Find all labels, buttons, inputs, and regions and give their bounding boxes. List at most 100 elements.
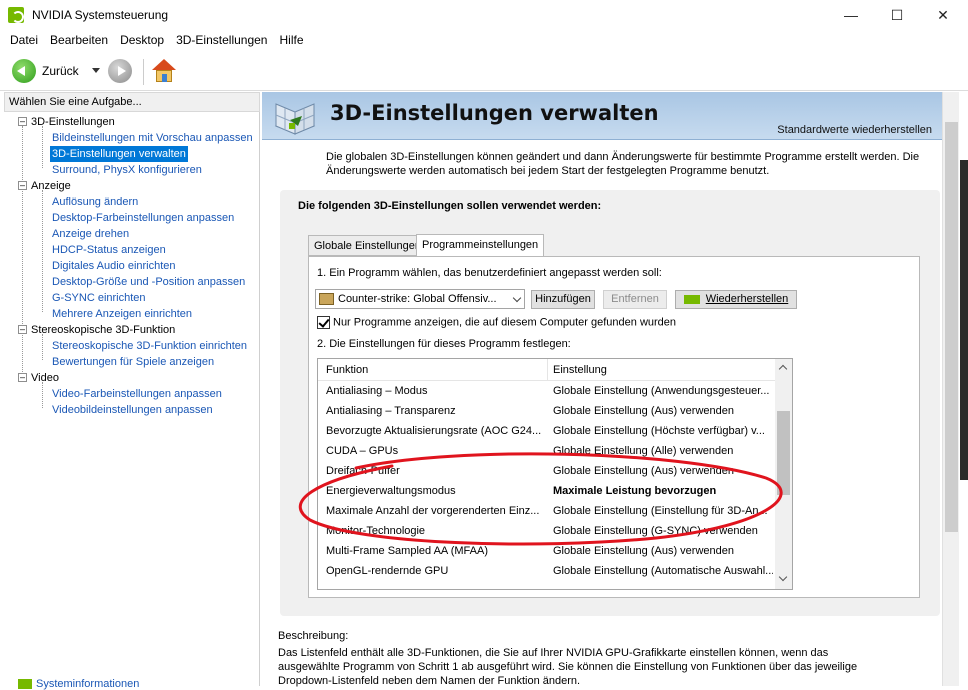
tree-item-surround-physx[interactable]: Surround, PhysX konfigurieren <box>52 162 202 178</box>
row-setting[interactable]: Globale Einstellung (Aus) verwenden <box>553 545 773 557</box>
table-row[interactable]: Energieverwaltungsmodus Maximale Leistung… <box>318 482 776 502</box>
row-setting[interactable]: Globale Einstellung (Automatische Auswah… <box>553 565 773 577</box>
tree-category-anzeige[interactable]: – Anzeige <box>18 178 71 194</box>
tree-item-videobild[interactable]: Videobildeinstellungen anpassen <box>52 402 213 418</box>
row-setting[interactable]: Globale Einstellung (Aus) verwenden <box>553 405 773 417</box>
table-row[interactable]: Bevorzugte Aktualisierungsrate (AOC G24.… <box>318 422 776 442</box>
program-settings-panel: 1. Ein Programm wählen, das benutzerdefi… <box>308 256 920 598</box>
step2-label: 2. Die Einstellungen für dieses Programm… <box>317 338 571 350</box>
close-icon: ✕ <box>937 6 949 23</box>
column-header-einstellung[interactable]: Einstellung <box>553 364 607 376</box>
toolbar: Zurück <box>0 53 968 91</box>
system-information-link[interactable]: Systeminformationen <box>18 678 139 690</box>
row-function: Multi-Frame Sampled AA (MFAA) <box>326 545 488 557</box>
page-title: 3D-Einstellungen verwalten <box>330 101 659 125</box>
tree-item-hdcp-status[interactable]: HDCP-Status anzeigen <box>52 242 166 258</box>
scroll-thumb[interactable] <box>777 411 790 495</box>
tree-item-mehrere-anzeigen[interactable]: Mehrere Anzeigen einrichten <box>52 306 192 322</box>
tree-item-gsync[interactable]: G-SYNC einrichten <box>52 290 146 306</box>
tree-item-bewertungen[interactable]: Bewertungen für Spiele anzeigen <box>52 354 214 370</box>
table-row[interactable]: Monitor-Technologie Globale Einstellung (… <box>318 522 776 542</box>
table-row[interactable]: Dreifach-Puffer Globale Einstellung (Aus)… <box>318 462 776 482</box>
row-function: Antialiasing – Modus <box>326 385 428 397</box>
background-window-edge <box>960 160 968 480</box>
scroll-up-icon[interactable] <box>778 364 788 374</box>
group-title: Die folgenden 3D-Einstellungen sollen ve… <box>298 200 602 212</box>
history-dropdown-icon[interactable] <box>92 68 100 73</box>
tree-item-desktop-farbe[interactable]: Desktop-Farbeinstellungen anpassen <box>52 210 234 226</box>
description-text: Das Listenfeld enthält alle 3D-Funktione… <box>278 647 858 687</box>
main-scrollbar[interactable] <box>942 92 959 686</box>
menu-desktop[interactable]: Desktop <box>114 31 170 51</box>
scroll-down-icon[interactable] <box>778 572 788 582</box>
checkbox-label: Nur Programme anzeigen, die auf diesem C… <box>333 316 677 329</box>
title-bar: NVIDIA Systemsteuerung — ☐ ✕ <box>0 0 968 30</box>
row-setting[interactable]: Globale Einstellung (Höchste verfügbar) … <box>553 425 773 437</box>
remove-program-button[interactable]: Entfernen <box>603 290 667 309</box>
add-program-button[interactable]: Hinzufügen <box>531 290 595 309</box>
column-header-funktion[interactable]: Funktion <box>326 364 368 376</box>
back-button[interactable]: Zurück <box>42 64 79 78</box>
tree-item-digitales-audio[interactable]: Digitales Audio einrichten <box>52 258 176 274</box>
main-scroll-thumb[interactable] <box>945 122 958 532</box>
restore-program-button[interactable]: Wiederherstellen <box>675 290 797 309</box>
restore-defaults-link[interactable]: Standardwerte wiederherstellen <box>777 124 932 136</box>
chevron-down-icon <box>512 293 522 303</box>
row-function: Bevorzugte Aktualisierungsrate (AOC G24.… <box>326 425 541 437</box>
program-select-value: Counter-strike: Global Offensiv... <box>338 293 497 305</box>
tree-item-anzeige-drehen[interactable]: Anzeige drehen <box>52 226 129 242</box>
table-row[interactable]: Multi-Frame Sampled AA (MFAA) Globale Ein… <box>318 542 776 562</box>
nvidia-restore-icon <box>683 294 700 304</box>
row-function: Antialiasing – Transparenz <box>326 405 456 417</box>
tree-item-video-farbe[interactable]: Video-Farbeinstellungen anpassen <box>52 386 222 402</box>
row-setting[interactable]: Globale Einstellung (Anwendungsgesteuer.… <box>553 385 773 397</box>
row-setting[interactable]: Globale Einstellung (Aus) verwenden <box>553 465 773 477</box>
tree-item-desktop-groesse[interactable]: Desktop-Größe und -Position anpassen <box>52 274 245 290</box>
row-setting[interactable]: Maximale Leistung bevorzugen <box>553 485 773 497</box>
tree-category-stereoskopisch[interactable]: – Stereoskopische 3D-Funktion <box>18 322 175 338</box>
tree-item-3d-einstellungen-verwalten[interactable]: 3D-Einstellungen verwalten <box>50 146 188 162</box>
tree-category-video[interactable]: – Video <box>18 370 59 386</box>
program-icon <box>319 293 334 305</box>
close-button[interactable]: ✕ <box>920 0 966 30</box>
maximize-icon: ☐ <box>890 6 904 23</box>
description-label: Beschreibung: <box>278 630 349 642</box>
collapse-icon[interactable]: – <box>18 116 27 126</box>
tree-item-stereo-einrichten[interactable]: Stereoskopische 3D-Funktion einrichten <box>52 338 247 354</box>
tab-program-settings[interactable]: Programmeinstellungen <box>416 234 545 257</box>
step1-label: 1. Ein Programm wählen, das benutzerdefi… <box>317 267 662 279</box>
row-setting[interactable]: Globale Einstellung (Einstellung für 3D-… <box>553 505 773 517</box>
collapse-icon[interactable]: – <box>18 324 27 334</box>
list-scrollbar[interactable] <box>775 359 792 589</box>
show-installed-programs-checkbox[interactable]: Nur Programme anzeigen, die auf diesem C… <box>317 316 676 329</box>
row-function: Monitor-Technologie <box>326 525 426 537</box>
home-icon[interactable] <box>151 58 177 84</box>
forward-arrow-icon[interactable] <box>108 59 132 83</box>
table-row[interactable]: Antialiasing – Transparenz Globale Einste… <box>318 402 776 422</box>
row-setting[interactable]: Globale Einstellung (G-SYNC) verwenden <box>553 525 773 537</box>
row-setting[interactable]: Globale Einstellung (Alle) verwenden <box>553 445 773 457</box>
table-row[interactable]: CUDA – GPUs Globale Einstellung (Alle) ve… <box>318 442 776 462</box>
minimize-icon: — <box>844 7 858 23</box>
menu-datei[interactable]: Datei <box>4 31 44 51</box>
table-row[interactable]: OpenGL-rendernde GPU Globale Einstellung … <box>318 562 776 582</box>
tree-item-bildeinstellungen[interactable]: Bildeinstellungen mit Vorschau anpassen <box>52 130 253 146</box>
minimize-button[interactable]: — <box>828 0 874 30</box>
row-function: CUDA – GPUs <box>326 445 399 457</box>
tab-global-settings[interactable]: Globale Einstellungen <box>308 235 428 256</box>
maximize-button[interactable]: ☐ <box>874 0 920 30</box>
back-arrow-icon[interactable] <box>12 59 36 83</box>
3d-settings-icon <box>274 103 316 135</box>
collapse-icon[interactable]: – <box>18 372 27 382</box>
menu-3d-einstellungen[interactable]: 3D-Einstellungen <box>170 31 273 51</box>
menu-hilfe[interactable]: Hilfe <box>273 31 309 51</box>
menu-bearbeiten[interactable]: Bearbeiten <box>44 31 114 51</box>
collapse-icon[interactable]: – <box>18 180 27 190</box>
tree-item-aufloesung[interactable]: Auflösung ändern <box>52 194 138 210</box>
table-row[interactable]: Antialiasing – Modus Globale Einstellung … <box>318 382 776 402</box>
settings-list[interactable]: Funktion Einstellung Antialiasing – Modu… <box>317 358 793 590</box>
checkbox-checked-icon[interactable] <box>317 316 330 329</box>
tree-category-3d-einstellungen[interactable]: –3D-Einstellungen <box>18 114 115 130</box>
program-select[interactable]: Counter-strike: Global Offensiv... <box>315 289 525 309</box>
table-row[interactable]: Maximale Anzahl der vorgerenderten Einz.… <box>318 502 776 522</box>
